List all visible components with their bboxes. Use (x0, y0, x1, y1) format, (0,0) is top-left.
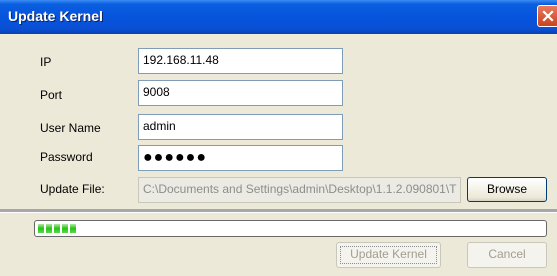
progress-block (46, 224, 52, 233)
window-title: Update Kernel (8, 8, 103, 24)
port-label: Port (40, 88, 63, 102)
ip-field[interactable]: 192.168.11.48 (138, 48, 343, 74)
username-field[interactable]: admin (138, 114, 343, 140)
update-file-label: Update File: (40, 182, 105, 196)
password-label: Password (40, 150, 93, 164)
port-field[interactable]: 9008 (138, 80, 343, 106)
update-kernel-dialog: Update Kernel IP 192.168.11.48 Port 9008… (0, 0, 557, 276)
update-kernel-button[interactable]: Update Kernel (336, 242, 441, 268)
username-label: User Name (40, 121, 101, 135)
progress-block (62, 224, 68, 233)
title-bar[interactable]: Update Kernel (0, 0, 557, 34)
progress-bar (34, 220, 547, 237)
close-icon (542, 10, 554, 22)
progress-fill (38, 224, 76, 233)
close-button[interactable] (537, 5, 557, 27)
cancel-button[interactable]: Cancel (467, 242, 547, 268)
password-field[interactable]: ●●●●●● (138, 145, 343, 171)
progress-block (54, 224, 60, 233)
focus-rectangle (340, 246, 437, 264)
update-file-field[interactable]: C:\Documents and Settings\admin\Desktop\… (138, 177, 461, 203)
divider-highlight (0, 212, 557, 213)
progress-block (38, 224, 44, 233)
ip-label: IP (40, 55, 52, 69)
progress-block (70, 224, 76, 233)
browse-button[interactable]: Browse (467, 177, 547, 202)
